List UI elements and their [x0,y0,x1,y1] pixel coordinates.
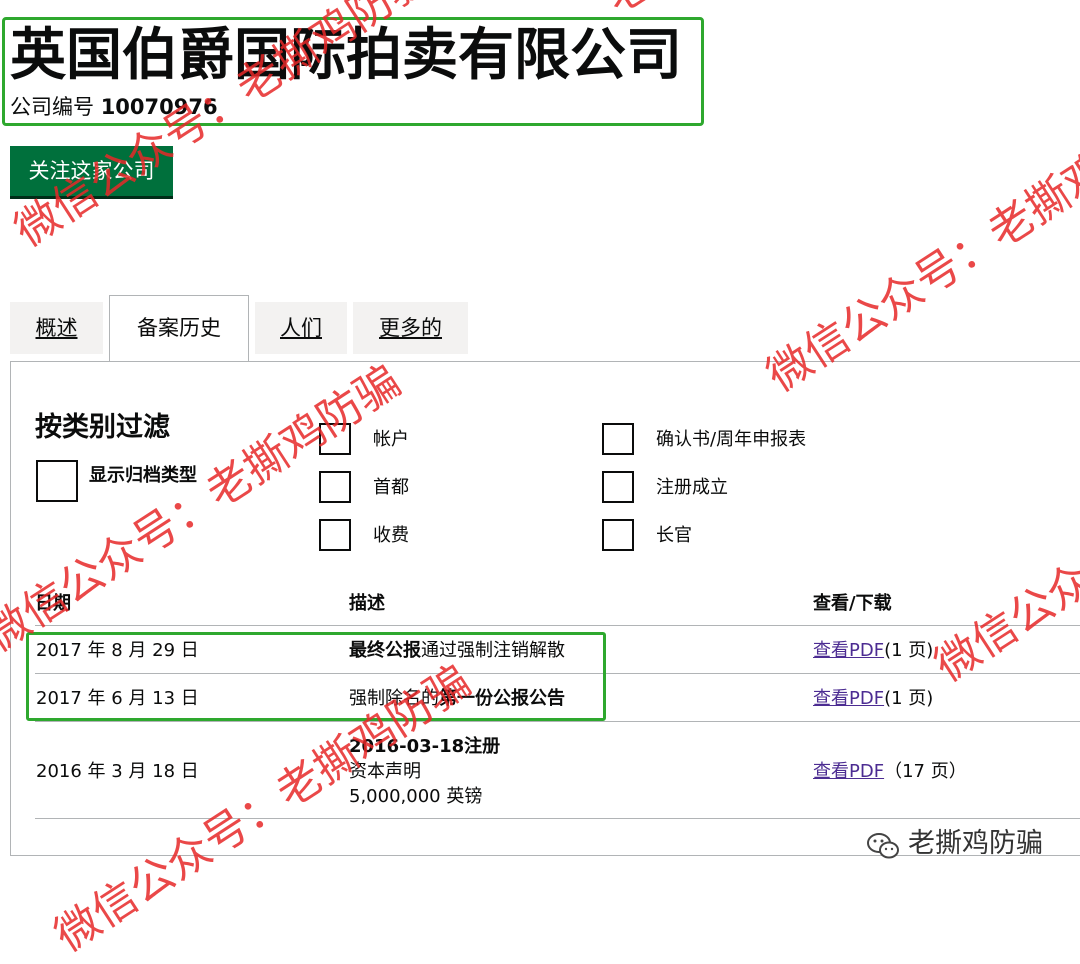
wechat-icon [867,833,899,859]
follow-company-button[interactable]: 关注这家公司 [10,146,173,196]
tab-more[interactable]: 更多的 [353,302,468,354]
company-number-label: 公司编号 [10,95,94,119]
filter-label-incorporation: 注册成立 [656,477,728,498]
filter-checkbox-confirmation-statement[interactable] [602,423,634,455]
filter-label-charges: 收费 [373,525,409,546]
row-3-description-line2: 资本声明 [349,761,421,782]
row-1-view: 查看PDF(1 页) [813,640,934,661]
filter-label-confirmation-statement: 确认书/周年申报表 [656,429,807,450]
column-header-view: 查看/下载 [813,593,892,614]
row-3-date: 2016 年 3 月 18 日 [36,761,199,782]
row-2-view: 查看PDF(1 页) [813,688,934,709]
watermark-text: 微信公众号：老撕鸡防骗 [757,95,1080,402]
filter-label-capital: 首都 [373,477,409,498]
rows-highlight [26,632,606,721]
company-number-value: 10070976 [100,95,218,119]
show-types-label: 显示归档类型 [89,465,197,486]
company-number: 公司编号 10070976 [10,93,218,121]
filter-checkbox-capital[interactable] [319,471,351,503]
filter-checkbox-incorporation[interactable] [602,471,634,503]
table-row-divider [35,818,1080,819]
filter-label-accounts: 帐户 [373,429,409,450]
company-name: 英国伯爵国际拍卖有限公司 [10,23,682,88]
filter-label-officers: 长官 [656,525,692,546]
brand-watermark: 老撕鸡防骗 [908,828,1043,859]
filter-checkbox-charges[interactable] [319,519,351,551]
tab-overview[interactable]: 概述 [10,302,103,354]
row-3-view: 查看PDF（17 页） [813,761,967,782]
row-3-view-pdf-link[interactable]: 查看PDF [813,761,884,782]
row-3-description-line3: 5,000,000 英镑 [349,786,483,807]
column-header-date: 日期 [35,593,71,614]
column-header-description: 描述 [349,593,385,614]
filter-checkbox-accounts[interactable] [319,423,351,455]
table-header-divider [35,625,1080,626]
show-types-checkbox[interactable] [36,460,78,502]
tab-filing-history[interactable]: 备案历史 [109,295,249,362]
filter-title: 按类别过滤 [35,412,170,443]
row-3-description-title: 2016-03-18注册 [349,736,501,757]
row-2-view-pdf-link[interactable]: 查看PDF [813,688,884,709]
filter-checkbox-officers[interactable] [602,519,634,551]
row-1-view-pdf-link[interactable]: 查看PDF [813,640,884,661]
table-row-divider [35,721,1080,722]
tab-people[interactable]: 人们 [255,302,347,354]
